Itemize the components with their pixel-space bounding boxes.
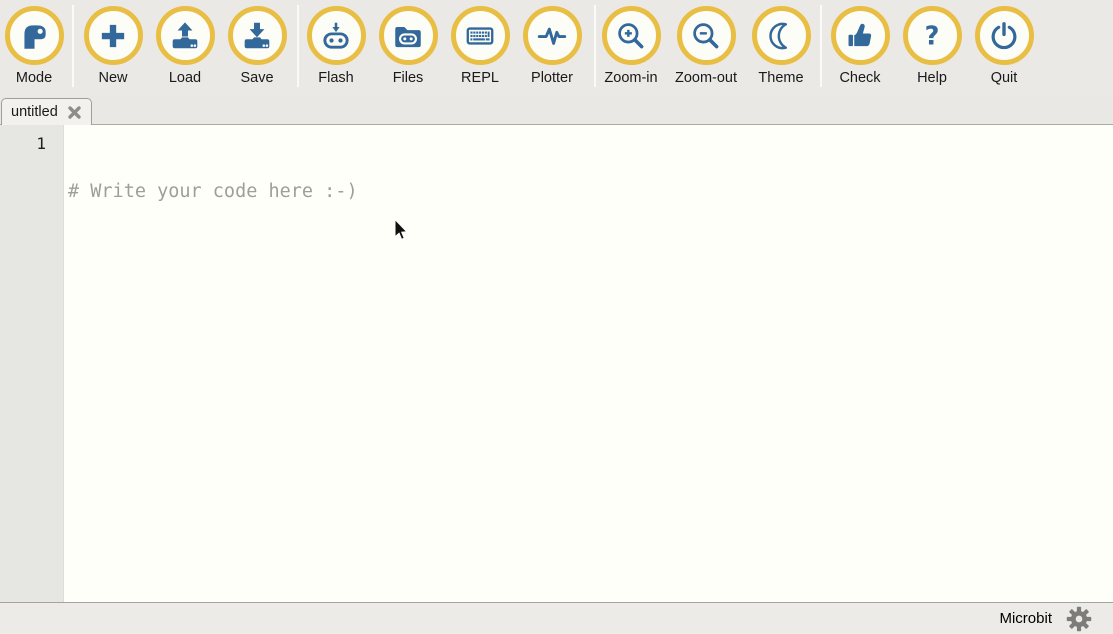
mode-icon bbox=[24, 24, 46, 49]
toolbar: Mode New Load Save Flash Files REPL Plot… bbox=[0, 0, 1113, 96]
settings-button[interactable] bbox=[1065, 605, 1093, 633]
toolbar-label-help: Help bbox=[917, 70, 947, 86]
mode-status-label: Microbit bbox=[999, 610, 1052, 627]
save-icon bbox=[244, 22, 270, 48]
tab-bar: untitled bbox=[0, 96, 1113, 125]
zoom-out-icon bbox=[693, 22, 719, 48]
line-number: 1 bbox=[36, 134, 46, 153]
theme-icon bbox=[769, 22, 788, 49]
mouse-cursor-icon bbox=[394, 219, 408, 240]
quit-icon bbox=[991, 21, 1017, 49]
files-button-circle bbox=[378, 6, 438, 65]
toolbar-label-zoom-in: Zoom-in bbox=[604, 70, 658, 86]
toolbar-button-plotter[interactable]: Plotter bbox=[510, 6, 594, 87]
toolbar-label-check: Check bbox=[839, 70, 881, 86]
repl-button-circle bbox=[450, 6, 510, 65]
toolbar-button-mode[interactable]: Mode bbox=[0, 6, 76, 87]
quit-button-circle bbox=[974, 6, 1034, 65]
toolbar-label-theme: Theme bbox=[758, 70, 804, 86]
mode-button-circle bbox=[4, 6, 64, 65]
toolbar-label-plotter: Plotter bbox=[531, 70, 573, 86]
code-text-area[interactable]: # Write your code here :-) bbox=[64, 125, 1113, 602]
tab-title: untitled bbox=[11, 104, 58, 120]
toolbar-label-repl: REPL bbox=[461, 70, 499, 86]
gear-icon bbox=[1066, 606, 1092, 631]
help-icon: ? bbox=[925, 21, 940, 51]
zoom-in-button-circle bbox=[601, 6, 661, 65]
code-line: # Write your code here :-) bbox=[68, 181, 358, 202]
zoom-out-button-circle bbox=[676, 6, 736, 65]
check-button-circle bbox=[830, 6, 890, 65]
code-editor[interactable]: 1 # Write your code here :-) bbox=[0, 125, 1113, 602]
toolbar-label-load: Load bbox=[168, 70, 202, 86]
toolbar-button-zoom-in[interactable]: Zoom-in bbox=[589, 6, 673, 87]
toolbar-button-save[interactable]: Save bbox=[215, 6, 299, 87]
toolbar-label-zoom-out: Zoom-out bbox=[674, 70, 738, 86]
flash-icon bbox=[323, 22, 349, 49]
tab-untitled[interactable]: untitled bbox=[1, 98, 92, 125]
new-icon bbox=[101, 24, 125, 47]
flash-button-circle bbox=[306, 6, 366, 65]
toolbar-button-quit[interactable]: Quit bbox=[962, 6, 1046, 87]
toolbar-button-zoom-out[interactable]: Zoom-out bbox=[664, 6, 748, 87]
theme-button-circle bbox=[751, 6, 811, 65]
load-button-circle bbox=[155, 6, 215, 65]
toolbar-label-save: Save bbox=[240, 70, 274, 86]
new-button-circle bbox=[83, 6, 143, 65]
repl-icon bbox=[466, 26, 494, 45]
toolbar-button-theme[interactable]: Theme bbox=[739, 6, 823, 87]
toolbar-label-files: Files bbox=[392, 70, 424, 86]
check-icon bbox=[848, 23, 872, 46]
status-bar: Microbit bbox=[0, 602, 1113, 634]
files-icon bbox=[395, 26, 421, 47]
tab-close-button[interactable] bbox=[67, 105, 82, 120]
line-number-gutter: 1 bbox=[0, 125, 64, 602]
plotter-button-circle bbox=[522, 6, 582, 65]
svg-text:?: ? bbox=[925, 21, 940, 51]
load-icon bbox=[172, 21, 198, 48]
toolbar-label-flash: Flash bbox=[318, 70, 354, 86]
toolbar-label-new: New bbox=[98, 70, 128, 86]
close-icon bbox=[68, 105, 81, 119]
plotter-icon bbox=[537, 27, 567, 45]
zoom-in-icon bbox=[618, 22, 644, 48]
save-button-circle bbox=[227, 6, 287, 65]
toolbar-label-mode: Mode bbox=[15, 70, 53, 86]
toolbar-label-quit: Quit bbox=[990, 70, 1018, 86]
help-button-circle: ? bbox=[902, 6, 962, 65]
